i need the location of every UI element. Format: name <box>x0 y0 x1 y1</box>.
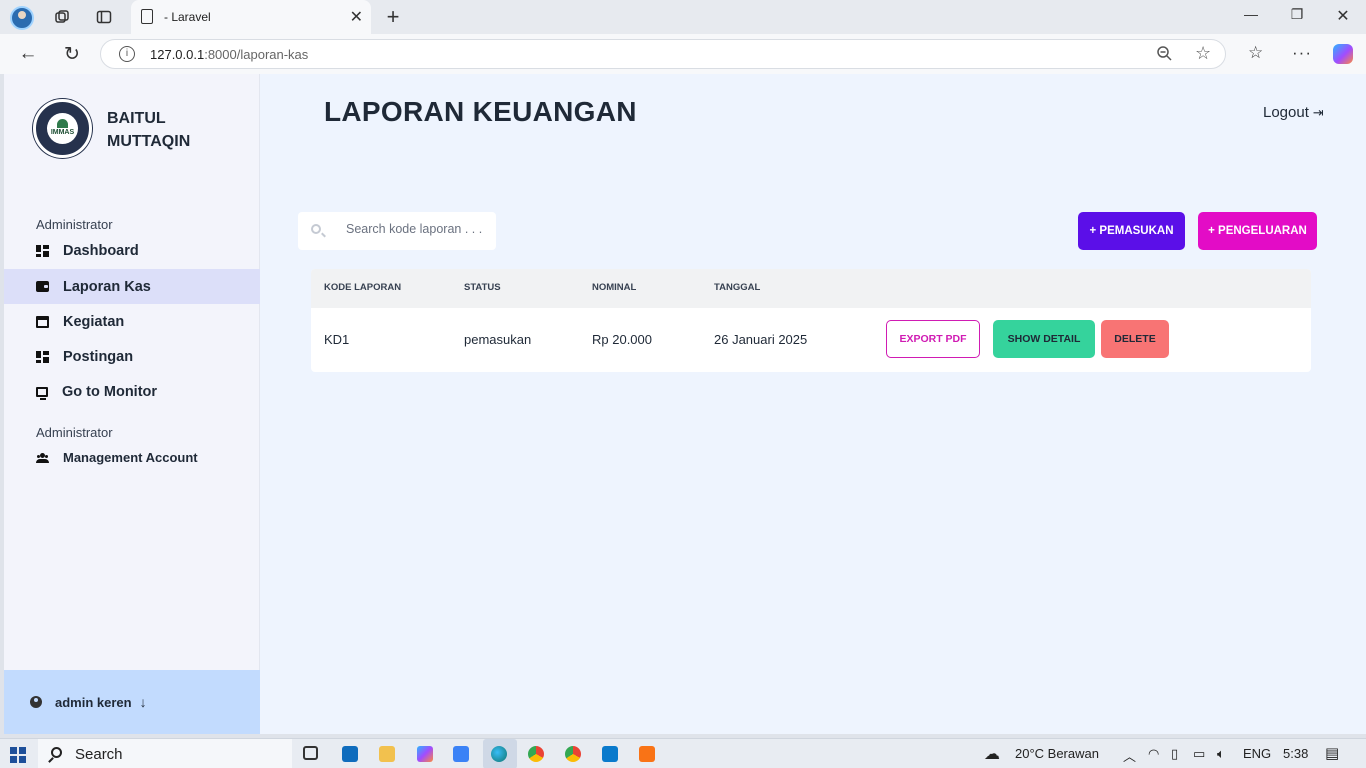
section-label-administrator-2: Administrator <box>36 425 113 440</box>
cell-tanggal: 26 Januari 2025 <box>714 332 808 347</box>
dashboard-icon <box>36 350 49 363</box>
cell-kode: KD1 <box>324 332 350 347</box>
table-header: KODE LAPORAN STATUS NOMINAL TANGGAL <box>311 269 1311 308</box>
close-window-icon[interactable]: ✕ <box>1328 6 1358 26</box>
delete-button[interactable]: DELETE <box>1101 320 1169 358</box>
profile-avatar[interactable] <box>10 6 34 30</box>
column-header-status: STATUS <box>464 282 501 293</box>
favorites-icon[interactable]: ☆ <box>1248 43 1263 63</box>
monitor-icon <box>36 386 48 400</box>
windows-taskbar: Search ☁ 20°C Berawan ︿ ◠ ▯ ▭ 🔈︎ ENG 5:3… <box>0 738 1366 768</box>
taskbar-search[interactable]: Search <box>38 739 292 768</box>
notification-icon[interactable]: ▤ <box>1325 744 1339 762</box>
wallet-icon <box>36 281 49 292</box>
add-pengeluaran-button[interactable]: + PENGELUARAN <box>1198 212 1317 250</box>
battery-icon[interactable]: ▭ <box>1193 746 1205 762</box>
column-header-tanggal: TANGGAL <box>714 282 761 293</box>
logout-icon: ⇥ <box>1312 105 1324 120</box>
users-icon <box>36 452 49 463</box>
sidebar-item-postingan[interactable]: Postingan <box>4 339 260 374</box>
sidebar-item-label: Go to Monitor <box>62 383 158 400</box>
sidebar-item-kegiatan[interactable]: Kegiatan <box>4 304 260 339</box>
search-input[interactable] <box>346 222 486 236</box>
xampp-icon[interactable] <box>639 746 655 762</box>
weather-text[interactable]: 20°C Berawan <box>1015 746 1099 761</box>
task-view-icon[interactable] <box>303 746 318 760</box>
wifi-icon[interactable]: ◠ <box>1148 746 1159 762</box>
copilot-app-icon[interactable] <box>417 746 433 762</box>
app-window: IMMAS BAITUL MUTTAQIN Administrator Dash… <box>4 74 1366 734</box>
chevron-up-icon[interactable]: ︿ <box>1123 746 1136 765</box>
reload-icon[interactable]: ↻ <box>60 43 84 66</box>
tab-title: - Laravel <box>164 10 211 24</box>
address-bar-row: ← ↻ i 127.0.0.1:8000/laporan-kas ☆ ☆ ··· <box>0 34 1366 74</box>
browser-tab-bar: - Laravel ✕ + — ❐ ✕ <box>0 0 1366 34</box>
logo-text: IMMAS <box>47 113 78 144</box>
sidebar-item-laporan-kas[interactable]: Laporan Kas <box>4 269 260 304</box>
close-tab-icon[interactable]: ✕ <box>350 7 363 27</box>
laporan-table: KODE LAPORAN STATUS NOMINAL TANGGAL KD1 … <box>311 269 1311 372</box>
user-menu[interactable]: admin keren ↓ <box>4 670 260 734</box>
sidebar-item-label: Kegiatan <box>63 313 125 330</box>
arrow-down-icon: ↓ <box>139 694 147 710</box>
edge-icon[interactable] <box>491 746 507 762</box>
store-icon[interactable] <box>453 746 469 762</box>
column-header-kode: KODE LAPORAN <box>324 282 402 293</box>
url-field[interactable]: i 127.0.0.1:8000/laporan-kas ☆ <box>100 39 1226 69</box>
column-header-nominal: NOMINAL <box>592 282 637 293</box>
sidebar-item-dashboard[interactable]: Dashboard <box>4 233 260 268</box>
back-icon[interactable]: ← <box>16 43 40 65</box>
cell-nominal: Rp 20.000 <box>592 332 652 347</box>
page-icon <box>141 9 153 24</box>
sidebar-item-label: Postingan <box>63 348 134 365</box>
calendar-icon <box>36 315 49 328</box>
mosque-logo: IMMAS <box>33 99 92 158</box>
search-icon <box>311 224 321 234</box>
language-indicator[interactable]: ENG <box>1243 746 1271 761</box>
section-label-administrator: Administrator <box>36 217 113 232</box>
tab-actions-icon[interactable] <box>93 6 115 28</box>
more-menu-icon[interactable]: ··· <box>1292 43 1312 63</box>
page-title: LAPORAN KEUANGAN <box>324 96 637 127</box>
sidebar-item-label: Laporan Kas <box>63 278 151 295</box>
outlook-icon[interactable] <box>342 746 358 762</box>
copilot-icon[interactable] <box>1333 44 1353 64</box>
export-pdf-button[interactable]: EXPORT PDF <box>886 320 980 358</box>
volume-icon[interactable]: 🔈︎ <box>1217 746 1225 762</box>
chrome-icon[interactable] <box>528 746 544 762</box>
site-info-icon[interactable]: i <box>119 46 135 62</box>
user-icon <box>30 696 42 708</box>
new-tab-icon[interactable]: + <box>382 4 404 29</box>
favorite-star-icon[interactable]: ☆ <box>1195 43 1211 64</box>
add-pemasukan-button[interactable]: + PEMASUKAN <box>1078 212 1185 250</box>
zoom-icon[interactable] <box>1156 45 1172 66</box>
chrome-profile-icon[interactable] <box>565 746 581 762</box>
search-icon <box>51 747 62 758</box>
taskbar-search-label: Search <box>75 746 123 763</box>
phone-link-icon[interactable]: ▯ <box>1171 746 1178 762</box>
clock[interactable]: 5:38 <box>1283 746 1308 761</box>
windows-start-icon[interactable] <box>10 747 26 763</box>
search-box <box>298 212 496 250</box>
brand-name: BAITUL MUTTAQIN <box>107 110 191 150</box>
cell-status: pemasukan <box>464 332 532 347</box>
sidebar: IMMAS BAITUL MUTTAQIN Administrator Dash… <box>4 74 260 734</box>
sidebar-item-go-to-monitor[interactable]: Go to Monitor <box>4 374 260 409</box>
minimize-icon[interactable]: — <box>1236 6 1266 22</box>
restore-icon[interactable]: ❐ <box>1282 6 1312 23</box>
show-detail-button[interactable]: SHOW DETAIL <box>993 320 1095 358</box>
logout-button[interactable]: Logout ⇥ <box>1263 104 1324 121</box>
sidebar-item-management-account[interactable]: Management Account <box>4 440 260 475</box>
user-name: admin keren <box>55 694 132 710</box>
workspaces-icon[interactable] <box>51 6 73 28</box>
sidebar-item-label: Dashboard <box>63 242 139 259</box>
vscode-icon[interactable] <box>602 746 618 762</box>
dashboard-icon <box>36 244 49 257</box>
file-explorer-icon[interactable] <box>379 746 395 762</box>
browser-tab[interactable]: - Laravel ✕ <box>131 0 371 34</box>
url-text: 127.0.0.1:8000/laporan-kas <box>150 47 309 62</box>
weather-icon[interactable]: ☁ <box>984 744 1000 764</box>
sidebar-item-label: Management Account <box>63 450 198 465</box>
